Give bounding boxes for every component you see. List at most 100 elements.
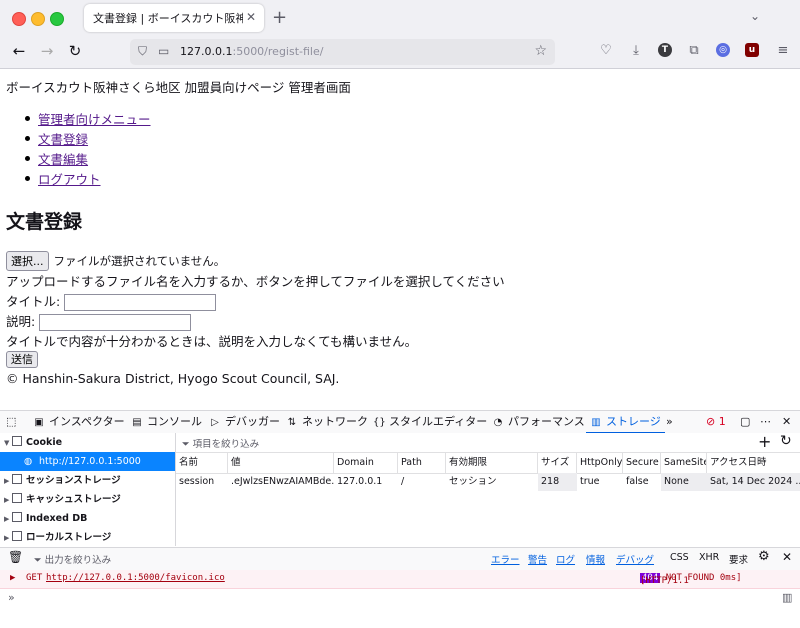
- menu-link-edit[interactable]: 文書編集: [38, 152, 88, 167]
- column-header[interactable]: 有効期限: [446, 453, 538, 473]
- debugger-icon: ▷: [211, 417, 219, 428]
- tab-console[interactable]: ▤ コンソール: [131, 413, 202, 431]
- column-header[interactable]: SameSite: [661, 453, 707, 473]
- table-cell[interactable]: false: [623, 473, 661, 491]
- close-console-icon[interactable]: ✕: [782, 550, 792, 564]
- reload-icon[interactable]: ↻: [65, 42, 85, 60]
- forward-icon[interactable]: →: [37, 42, 57, 60]
- sidebar-item-cookie[interactable]: ▼ Cookie: [0, 433, 175, 452]
- expand-message-icon[interactable]: ▶: [10, 573, 15, 583]
- minimize-window-button[interactable]: [31, 12, 45, 26]
- table-cell[interactable]: session: [176, 473, 228, 491]
- storage-icon: [12, 512, 22, 522]
- filter-info[interactable]: 情報: [586, 552, 605, 566]
- close-devtools-icon[interactable]: ✕: [782, 413, 791, 431]
- table-cell[interactable]: 218: [538, 473, 577, 491]
- split-console-icon[interactable]: ▥: [782, 591, 792, 604]
- performance-icon: ◔: [493, 417, 503, 428]
- new-tab-icon[interactable]: +: [272, 7, 287, 28]
- submit-button[interactable]: 送信: [6, 351, 38, 368]
- status-line[interactable]: [HTTP/1.1 404 NOT FOUND 0ms]: [640, 573, 742, 586]
- extension-sync-icon[interactable]: ◎: [716, 43, 730, 57]
- shield-icon[interactable]: ⛉: [138, 44, 147, 59]
- menu-link-admin[interactable]: 管理者向けメニュー: [38, 112, 151, 127]
- request-url[interactable]: http://127.0.0.1:5000/favicon.ico: [46, 573, 225, 583]
- filter-logs[interactable]: ログ: [556, 552, 575, 566]
- file-select-button[interactable]: 選択...: [6, 251, 49, 271]
- filter-xhr[interactable]: XHR: [699, 552, 719, 563]
- filter-css[interactable]: CSS: [670, 552, 689, 563]
- filter-input[interactable]: ⏷ 項目を絞り込み: [182, 436, 259, 450]
- more-tabs-icon[interactable]: »: [666, 413, 673, 431]
- gear-icon[interactable]: ⚙: [758, 549, 770, 564]
- table-cell[interactable]: 127.0.0.1: [334, 473, 398, 491]
- error-badge[interactable]: ⊘ 1: [706, 413, 726, 431]
- trash-icon[interactable]: 🗑: [8, 550, 23, 564]
- back-icon[interactable]: ←: [9, 42, 29, 60]
- sidebar-label: Indexed DB: [26, 513, 88, 524]
- close-tab-icon[interactable]: ✕: [246, 10, 256, 24]
- column-header[interactable]: Domain: [334, 453, 398, 473]
- pick-element-icon[interactable]: ⬚: [6, 413, 16, 431]
- url-text[interactable]: 127.0.0.1:5000/regist-file/: [180, 45, 323, 58]
- prompt-icon: »: [8, 591, 15, 604]
- title-input[interactable]: [64, 294, 217, 311]
- tab-performance[interactable]: ◔ パフォーマンス: [492, 413, 585, 431]
- tab-storage[interactable]: ▥ ストレージ: [586, 413, 665, 434]
- menu-item: 文書登録: [25, 129, 151, 149]
- menu-link-logout[interactable]: ログアウト: [38, 172, 101, 187]
- table-cell[interactable]: Sat, 14 Dec 2024 ...: [707, 473, 800, 491]
- url-bar[interactable]: ⛉ ▭ 127.0.0.1:5000/regist-file/ ☆: [130, 39, 555, 65]
- tab-style-editor[interactable]: {} スタイルエディター: [373, 413, 487, 431]
- sidebar-item-session-storage[interactable]: ▶ セッションストレージ: [0, 471, 175, 490]
- column-header[interactable]: HttpOnly: [577, 453, 623, 473]
- column-header[interactable]: サイズ: [538, 453, 577, 473]
- menu-icon[interactable]: ≡: [774, 43, 792, 58]
- tab-inspector[interactable]: ▣ インスペクター: [33, 413, 124, 431]
- column-header[interactable]: Path: [398, 453, 446, 473]
- bookmark-star-icon[interactable]: ☆: [534, 43, 547, 59]
- sidebar-item-cache-storage[interactable]: ▶ キャッシュストレージ: [0, 490, 175, 509]
- sidebar-item-host[interactable]: ◍ http://127.0.0.1:5000: [0, 452, 175, 471]
- close-window-button[interactable]: [12, 12, 26, 26]
- network-icon: ⇅: [287, 417, 297, 428]
- more-options-icon[interactable]: ⋯: [760, 413, 771, 431]
- column-header[interactable]: 値: [228, 453, 334, 473]
- console-filter-input[interactable]: ⏷ 出力を絞り込み: [34, 552, 111, 566]
- ublock-icon[interactable]: u: [745, 43, 759, 57]
- tab-network[interactable]: ⇅ ネットワーク: [286, 413, 368, 431]
- console-message[interactable]: ▶ GET http://127.0.0.1:5000/favicon.ico …: [0, 570, 800, 589]
- desc-input[interactable]: [39, 314, 192, 331]
- filter-errors[interactable]: エラー: [491, 552, 520, 566]
- browser-tab[interactable]: 文書登録 | ボーイスカウト阪神さくら ✕: [84, 4, 264, 32]
- filter-debug[interactable]: デバッグ: [616, 552, 654, 566]
- menu-link-regist[interactable]: 文書登録: [38, 132, 88, 147]
- console-icon: ▤: [132, 417, 142, 428]
- download-icon[interactable]: ⤓: [627, 43, 645, 58]
- console-toolbar: 🗑 ⏷ 出力を絞り込み エラー 警告 ログ 情報 デバッグ CSS XHR 要求…: [0, 547, 800, 571]
- console-input[interactable]: » ▥: [0, 589, 800, 609]
- filter-warnings[interactable]: 警告: [528, 552, 547, 566]
- dock-icon[interactable]: ▢: [740, 413, 750, 431]
- column-header[interactable]: アクセス日時: [707, 453, 800, 473]
- filter-requests[interactable]: 要求: [729, 552, 748, 566]
- table-cell[interactable]: /: [398, 473, 446, 491]
- table-cell[interactable]: None: [661, 473, 707, 491]
- add-item-icon[interactable]: +: [758, 432, 771, 451]
- table-cell[interactable]: true: [577, 473, 623, 491]
- tab-debugger[interactable]: ▷ デバッガー: [209, 413, 280, 431]
- table-cell[interactable]: .eJwlzsENwzAIAMBde...: [228, 473, 334, 491]
- extensions-icon[interactable]: ⧉: [685, 43, 703, 58]
- chevron-down-icon[interactable]: ⌄: [750, 9, 760, 23]
- extension-t-icon[interactable]: T: [658, 43, 672, 57]
- desc-label: 説明:: [6, 314, 36, 329]
- maximize-window-button[interactable]: [50, 12, 64, 26]
- refresh-icon[interactable]: ↻: [780, 433, 792, 449]
- sidebar-label: http://127.0.0.1:5000: [39, 456, 141, 467]
- sidebar-item-indexed-db[interactable]: ▶ Indexed DB: [0, 509, 175, 528]
- pocket-icon[interactable]: ♡: [597, 43, 615, 58]
- column-header[interactable]: Secure: [623, 453, 661, 473]
- table-cell[interactable]: セッション: [446, 473, 538, 491]
- column-header[interactable]: 名前: [176, 453, 228, 473]
- sidebar-item-local-storage[interactable]: ▶ ローカルストレージ: [0, 528, 175, 547]
